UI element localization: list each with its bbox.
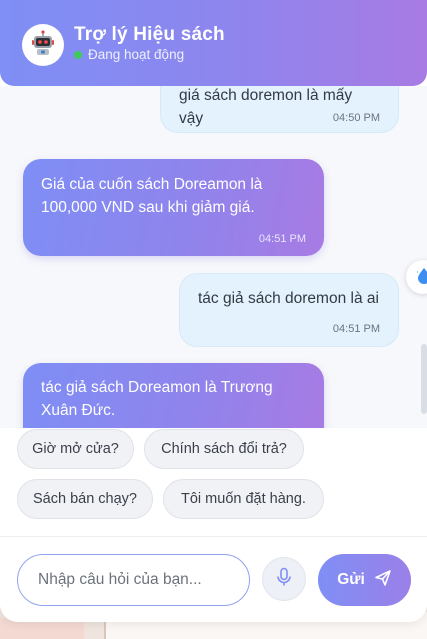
message-input[interactable]	[17, 554, 250, 606]
send-button[interactable]: Gửi	[318, 554, 411, 606]
microphone-icon	[275, 567, 293, 592]
quick-reply-place-order[interactable]: Tôi muốn đặt hàng.	[163, 479, 324, 519]
message-text: tác giả sách Doreamon là Trương Xuân Đức…	[41, 379, 273, 419]
voice-input-button[interactable]	[262, 557, 306, 601]
message-time: 04:51 PM	[258, 233, 306, 245]
status-text: Đang hoạt động	[88, 47, 185, 62]
online-status-dot	[74, 50, 82, 59]
quick-replies: Giờ mở cửa? Chính sách đổi trả? Sách bán…	[0, 428, 427, 536]
bot-message: Giá của cuốn sách Doreamon là 100,000 VN…	[23, 159, 324, 256]
send-label: Gửi	[337, 571, 365, 588]
scrollbar-thumb[interactable]	[421, 344, 427, 414]
bot-avatar	[22, 24, 64, 66]
user-message: giá sách doremon là mấy vậy 04:50 PM	[160, 86, 399, 133]
quick-reply-bestsellers[interactable]: Sách bán chạy?	[17, 479, 153, 519]
message-text: tác giả sách doremon là ai	[198, 290, 379, 307]
quick-reply-opening-hours[interactable]: Giờ mở cửa?	[17, 429, 134, 469]
robot-icon	[29, 29, 57, 62]
chat-title: Trợ lý Hiệu sách	[74, 24, 225, 45]
status-indicator: Đang hoạt động	[74, 47, 184, 62]
composer: Gửi	[0, 537, 427, 622]
quick-reply-return-policy[interactable]: Chính sách đổi trả?	[144, 429, 304, 469]
message-text: Giá của cuốn sách Doreamon là 100,000 VN…	[41, 176, 263, 216]
chat-header: Trợ lý Hiệu sách Đang hoạt động	[0, 0, 427, 86]
message-time: 04:51 PM	[332, 323, 380, 335]
message-time: 04:50 PM	[332, 112, 380, 124]
message-list[interactable]: giá sách doremon là mấy vậy 04:50 PM Giá…	[0, 86, 427, 428]
chat-widget: Trợ lý Hiệu sách Đang hoạt động giá sách…	[0, 0, 427, 622]
user-message: tác giả sách doremon là ai 04:51 PM	[179, 273, 399, 347]
send-arrow-icon	[374, 569, 392, 592]
bot-message: tác giả sách Doreamon là Trương Xuân Đức…	[23, 363, 324, 428]
water-drop-icon	[414, 266, 427, 289]
